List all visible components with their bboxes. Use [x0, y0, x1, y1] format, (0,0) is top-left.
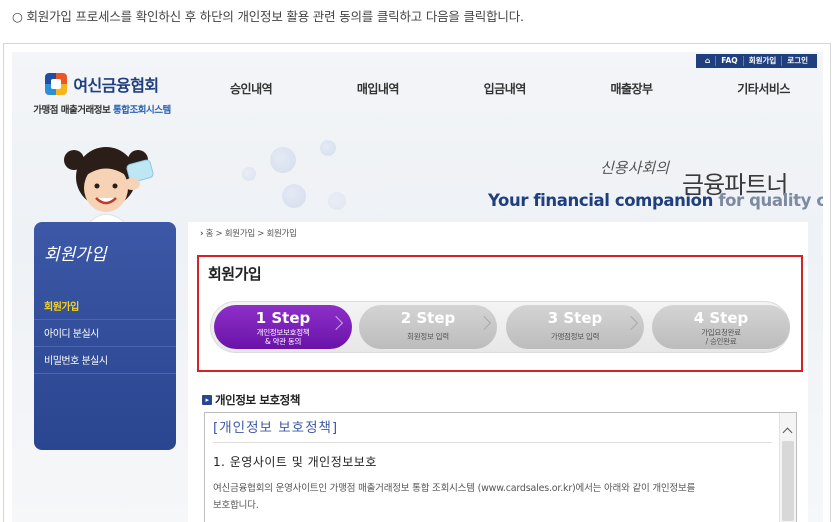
scroll-up-icon[interactable]: [782, 427, 793, 438]
screenshot-frame: ⌂ FAQ 회원가입 로그인 여신금융협회 가맹점 매출거래정보 통합조회시스템…: [3, 43, 831, 522]
arrow-icon: ▸: [202, 395, 212, 405]
policy-scrollbar[interactable]: [779, 413, 796, 522]
scroll-thumb[interactable]: [782, 441, 794, 521]
side-menu-title: 회원가입: [44, 245, 107, 265]
decor-bubble: [282, 184, 306, 208]
nav-approval[interactable]: 승인내역: [230, 80, 273, 97]
signup-process-highlight: 회원가입 1 Step 개인정보보호정책 & 약관 동의 2 Step 회원정보…: [197, 255, 803, 372]
step-4: 4 Step 가입요청완료 / 승인완료: [652, 305, 790, 349]
section-title: ▸ 개인정보 보호정책: [202, 392, 300, 408]
step-1: 1 Step 개인정보보호정책 & 약관 동의: [214, 305, 352, 349]
utility-nav: ⌂ FAQ 회원가입 로그인: [695, 54, 817, 68]
step-2: 2 Step 회원정보 입력: [359, 305, 497, 349]
breadcrumb-home[interactable]: 홈: [206, 229, 214, 239]
side-menu-item-find-id[interactable]: 아이디 분실시: [34, 320, 176, 347]
breadcrumb-level1[interactable]: 회원가입: [225, 229, 255, 239]
nav-deposit[interactable]: 입금내역: [484, 80, 527, 97]
decor-bubble: [270, 147, 296, 173]
nav-other-services[interactable]: 기타서비스: [737, 80, 790, 97]
decor-bubble: [328, 192, 346, 210]
signup-steps: 1 Step 개인정보보호정책 & 약관 동의 2 Step 회원정보 입력 3…: [210, 301, 790, 353]
page-title: 회원가입: [208, 265, 262, 283]
side-menu-item-signup[interactable]: 회원가입: [34, 293, 176, 320]
policy-text: 여신금융협회의 운영사이트인 가맹점 매출거래정보 통합 조회시스템 (www.…: [213, 483, 696, 511]
logo-subtitle: 가맹점 매출거래정보 통합조회시스템: [33, 105, 171, 116]
site-logo[interactable]: 여신금융협회 가맹점 매출거래정보 통합조회시스템: [12, 72, 192, 116]
nav-sales-ledger[interactable]: 매출장부: [610, 80, 653, 97]
main-content: › 홈 > 회원가입 > 회원가입 회원가입 1 Step 개인정보보호정책 &…: [188, 222, 808, 522]
instruction-text: ○ 회원가입 프로세스를 확인하신 후 하단의 개인정보 활용 관련 동의를 클…: [12, 9, 524, 24]
hero-slogan: 신용사회의: [600, 159, 670, 177]
breadcrumb: › 홈 > 회원가입 > 회원가입: [200, 229, 297, 239]
breadcrumb-arrow-icon: ›: [200, 229, 204, 239]
home-icon[interactable]: ⌂: [700, 56, 715, 66]
breadcrumb-level2: 회원가입: [266, 229, 297, 239]
step-3: 3 Step 가맹점정보 입력: [506, 305, 644, 349]
privacy-policy-box[interactable]: [개인정보 보호정책] 1. 운영사이트 및 개인정보보호 여신금융협회의 운영…: [204, 412, 797, 522]
policy-heading: [개인정보 보호정책]: [213, 416, 772, 443]
policy-subheading: 1. 운영사이트 및 개인정보보호: [213, 455, 377, 469]
decor-bubble: [320, 140, 336, 156]
util-login-link[interactable]: 로그인: [781, 56, 813, 66]
hero-english-tagline: Your financial companion for quality cre…: [488, 191, 823, 210]
main-nav: 승인내역 매입내역 입금내역 매출장부 기타서비스: [230, 80, 790, 97]
side-menu-item-find-password[interactable]: 비밀번호 분실시: [34, 347, 176, 374]
nav-purchase[interactable]: 매입내역: [357, 80, 400, 97]
website: ⌂ FAQ 회원가입 로그인 여신금융협회 가맹점 매출거래정보 통합조회시스템…: [12, 52, 823, 522]
logo-name: 여신금융협회: [73, 76, 159, 95]
util-faq-link[interactable]: FAQ: [715, 56, 742, 66]
decor-bubble: [242, 167, 256, 181]
util-signup-link[interactable]: 회원가입: [742, 56, 782, 66]
side-menu: 회원가입 회원가입 아이디 분실시 비밀번호 분실시: [34, 222, 176, 450]
logo-icon: [45, 73, 68, 95]
